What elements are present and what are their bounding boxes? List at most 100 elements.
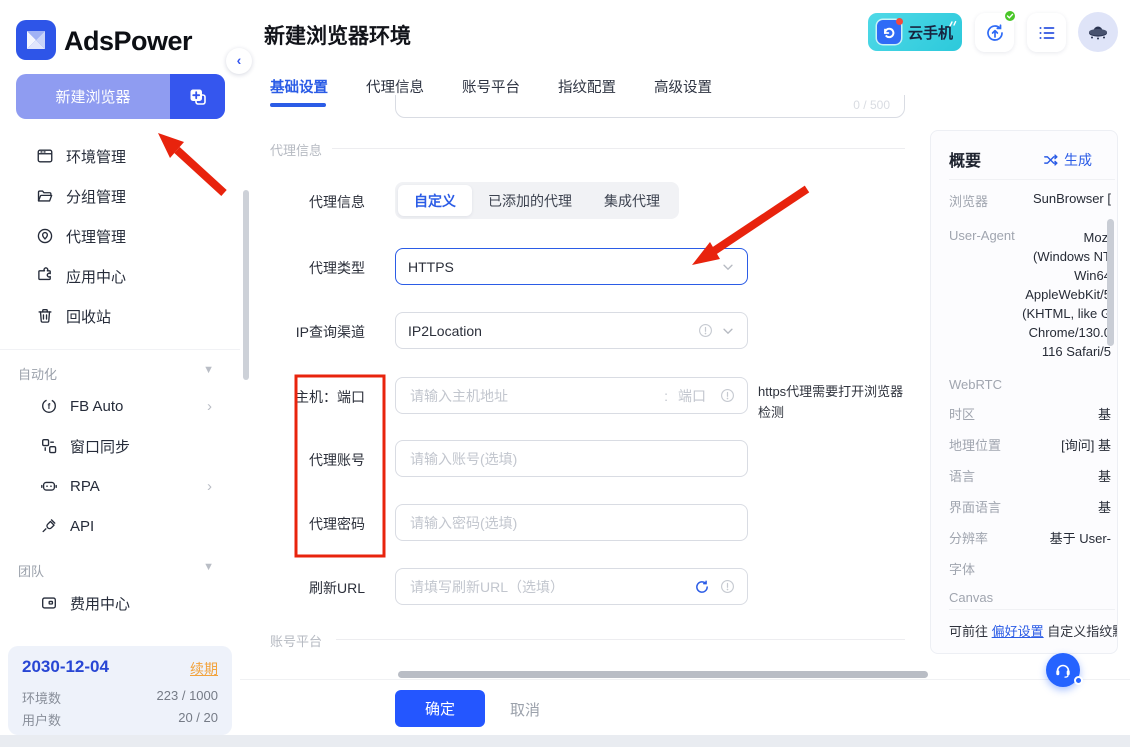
ip-channel-select[interactable]: IP2Location xyxy=(395,312,748,349)
sidebar-item-fb-auto[interactable]: f FB Auto › xyxy=(0,386,240,426)
host-port-input[interactable]: : 端口 xyxy=(395,377,748,414)
chevron-left-icon: ‹ xyxy=(236,52,242,68)
ufo-icon xyxy=(1084,18,1112,46)
shuffle-icon xyxy=(1043,152,1059,168)
confirm-button[interactable]: 确定 xyxy=(395,690,485,727)
brand-name: AdsPower xyxy=(64,26,193,56)
task-list-button[interactable] xyxy=(1027,13,1066,52)
panel-divider xyxy=(949,179,1115,180)
ip-channel-value: IP2Location xyxy=(408,322,482,339)
info-icon[interactable] xyxy=(720,388,735,403)
panel-scrollbar[interactable] xyxy=(1107,219,1114,346)
summary-row-font: 字体 xyxy=(949,562,976,577)
new-browser-label: 新建浏览器 xyxy=(55,89,131,106)
billing-card-icon xyxy=(40,594,58,612)
window-icon xyxy=(36,147,54,165)
proxy-password-label: 代理密码 xyxy=(309,516,365,532)
renew-link[interactable]: 续期 xyxy=(190,659,218,679)
proxy-mode-integrated[interactable]: 集成代理 xyxy=(588,185,676,216)
form-scroll-area: 0 / 500 代理信息 代理信息 自定义 已添加的代理 集成代理 代理类型 H… xyxy=(240,95,930,681)
password-input[interactable] xyxy=(408,513,735,532)
sync-button[interactable] xyxy=(975,9,1017,52)
user-agent-value: Mozi (Windows NT Win64 AppleWebKit/5 (KH… xyxy=(1022,230,1111,359)
page-title: 新建浏览器环境 xyxy=(264,25,411,48)
char-counter: 0 / 500 xyxy=(853,98,890,112)
summary-row-timezone: 时区基 xyxy=(949,407,1111,422)
tab-basic-settings[interactable]: 基础设置 xyxy=(270,76,328,97)
footer-bar: 确定 取消 xyxy=(240,679,1130,735)
section-automation: 自动化 xyxy=(18,367,58,382)
plus-copy-icon xyxy=(187,86,209,108)
horizontal-scrollbar[interactable] xyxy=(398,671,928,678)
svg-text:f: f xyxy=(48,402,51,411)
user-count-label: 用户数 xyxy=(22,713,62,728)
refresh-icon[interactable] xyxy=(694,579,710,595)
proxy-mode-added[interactable]: 已添加的代理 xyxy=(472,185,588,216)
check-badge-icon xyxy=(1003,9,1017,23)
expiry-date: 2030-12-04 xyxy=(22,657,109,676)
new-browser-button[interactable]: 新建浏览器 xyxy=(16,74,225,119)
tab-proxy-info[interactable]: 代理信息 xyxy=(366,76,424,97)
active-tab-underline xyxy=(270,103,326,107)
info-icon[interactable] xyxy=(698,323,713,338)
sidebar-scrollbar[interactable] xyxy=(243,190,249,380)
refresh-input[interactable] xyxy=(408,577,694,596)
account-section-label: 账号平台 xyxy=(270,634,323,649)
tab-fingerprint-config[interactable]: 指纹配置 xyxy=(558,76,616,97)
sidebar-divider xyxy=(0,349,240,350)
preferences-link[interactable]: 偏好设置 xyxy=(992,624,1044,639)
app-window: AdsPower 新建浏览器 环境管理 分组管理 代理管理 应用中心 回收站 自… xyxy=(0,0,1130,747)
notification-dot xyxy=(896,18,903,25)
sidebar-item-window-sync[interactable]: 窗口同步 xyxy=(0,426,240,466)
account-input[interactable] xyxy=(408,449,735,468)
port-input[interactable]: 端口 xyxy=(678,386,720,406)
host-port-separator: : xyxy=(664,387,668,404)
proxy-type-select[interactable]: HTTPS xyxy=(395,248,748,285)
api-plug-icon xyxy=(40,517,58,535)
cloud-phone-button[interactable]: 云手机 xyxy=(868,13,962,51)
tab-advanced-settings[interactable]: 高级设置 xyxy=(654,76,712,97)
chevron-right-icon: › xyxy=(207,397,212,415)
caret-down-icon[interactable]: ▼ xyxy=(203,364,214,376)
sidebar-item-recycle-bin[interactable]: 回收站 xyxy=(0,296,240,336)
panel-footnote: 可前往 偏好设置 自定义指纹默 xyxy=(949,624,1118,639)
summary-panel: 概要 生成 浏览器 SunBrowser [ User-Agent Mozi (… xyxy=(930,130,1118,654)
summary-row-ui-language: 界面语言基 xyxy=(949,500,1111,515)
sidebar-item-groups[interactable]: 分组管理 xyxy=(0,176,240,216)
proxy-info-label: 代理信息 xyxy=(309,194,365,210)
summary-row-canvas: Canvas xyxy=(949,590,994,605)
account-section-line xyxy=(336,639,905,640)
host-input[interactable] xyxy=(408,386,655,405)
sidebar-item-app-center[interactable]: 应用中心 xyxy=(0,256,240,296)
batch-create-button[interactable] xyxy=(170,74,225,119)
proxy-mode-custom[interactable]: 自定义 xyxy=(398,185,472,216)
remark-input[interactable]: 0 / 500 xyxy=(395,95,905,118)
sidebar-item-api[interactable]: API xyxy=(0,506,240,546)
env-count-label: 环境数 xyxy=(22,691,62,706)
support-drag-dot[interactable] xyxy=(1074,676,1083,685)
summary-row-language: 语言基 xyxy=(949,469,1111,484)
proxy-password-input[interactable] xyxy=(395,504,748,541)
sidebar-item-environments[interactable]: 环境管理 xyxy=(0,136,240,176)
sidebar-item-rpa[interactable]: RPA › xyxy=(0,466,240,506)
refresh-url-input[interactable] xyxy=(395,568,748,605)
sidebar-item-billing[interactable]: 费用中心 xyxy=(0,583,240,623)
globe-pin-icon xyxy=(36,227,54,245)
cancel-button[interactable]: 取消 xyxy=(510,699,540,720)
host-hint-text: https代理需要打开浏览器检测 xyxy=(758,384,904,420)
cloud-phone-app-icon xyxy=(877,18,903,44)
puzzle-icon xyxy=(36,267,54,285)
proxy-account-input[interactable] xyxy=(395,440,748,477)
avatar[interactable] xyxy=(1078,12,1118,52)
proxy-section-line xyxy=(332,148,905,149)
headset-icon xyxy=(1053,660,1073,680)
rpa-robot-icon xyxy=(40,477,58,495)
info-icon[interactable] xyxy=(720,579,735,594)
sidebar-item-proxies[interactable]: 代理管理 xyxy=(0,216,240,256)
generate-label: 生成 xyxy=(1064,152,1092,168)
tab-account-platform[interactable]: 账号平台 xyxy=(462,76,520,97)
collapse-sidebar-button[interactable]: ‹ xyxy=(226,48,252,74)
caret-down-icon[interactable]: ▼ xyxy=(203,561,214,573)
user-count-value: 20 / 20 xyxy=(178,710,218,725)
generate-fingerprint-button[interactable]: 生成 xyxy=(1043,150,1117,170)
